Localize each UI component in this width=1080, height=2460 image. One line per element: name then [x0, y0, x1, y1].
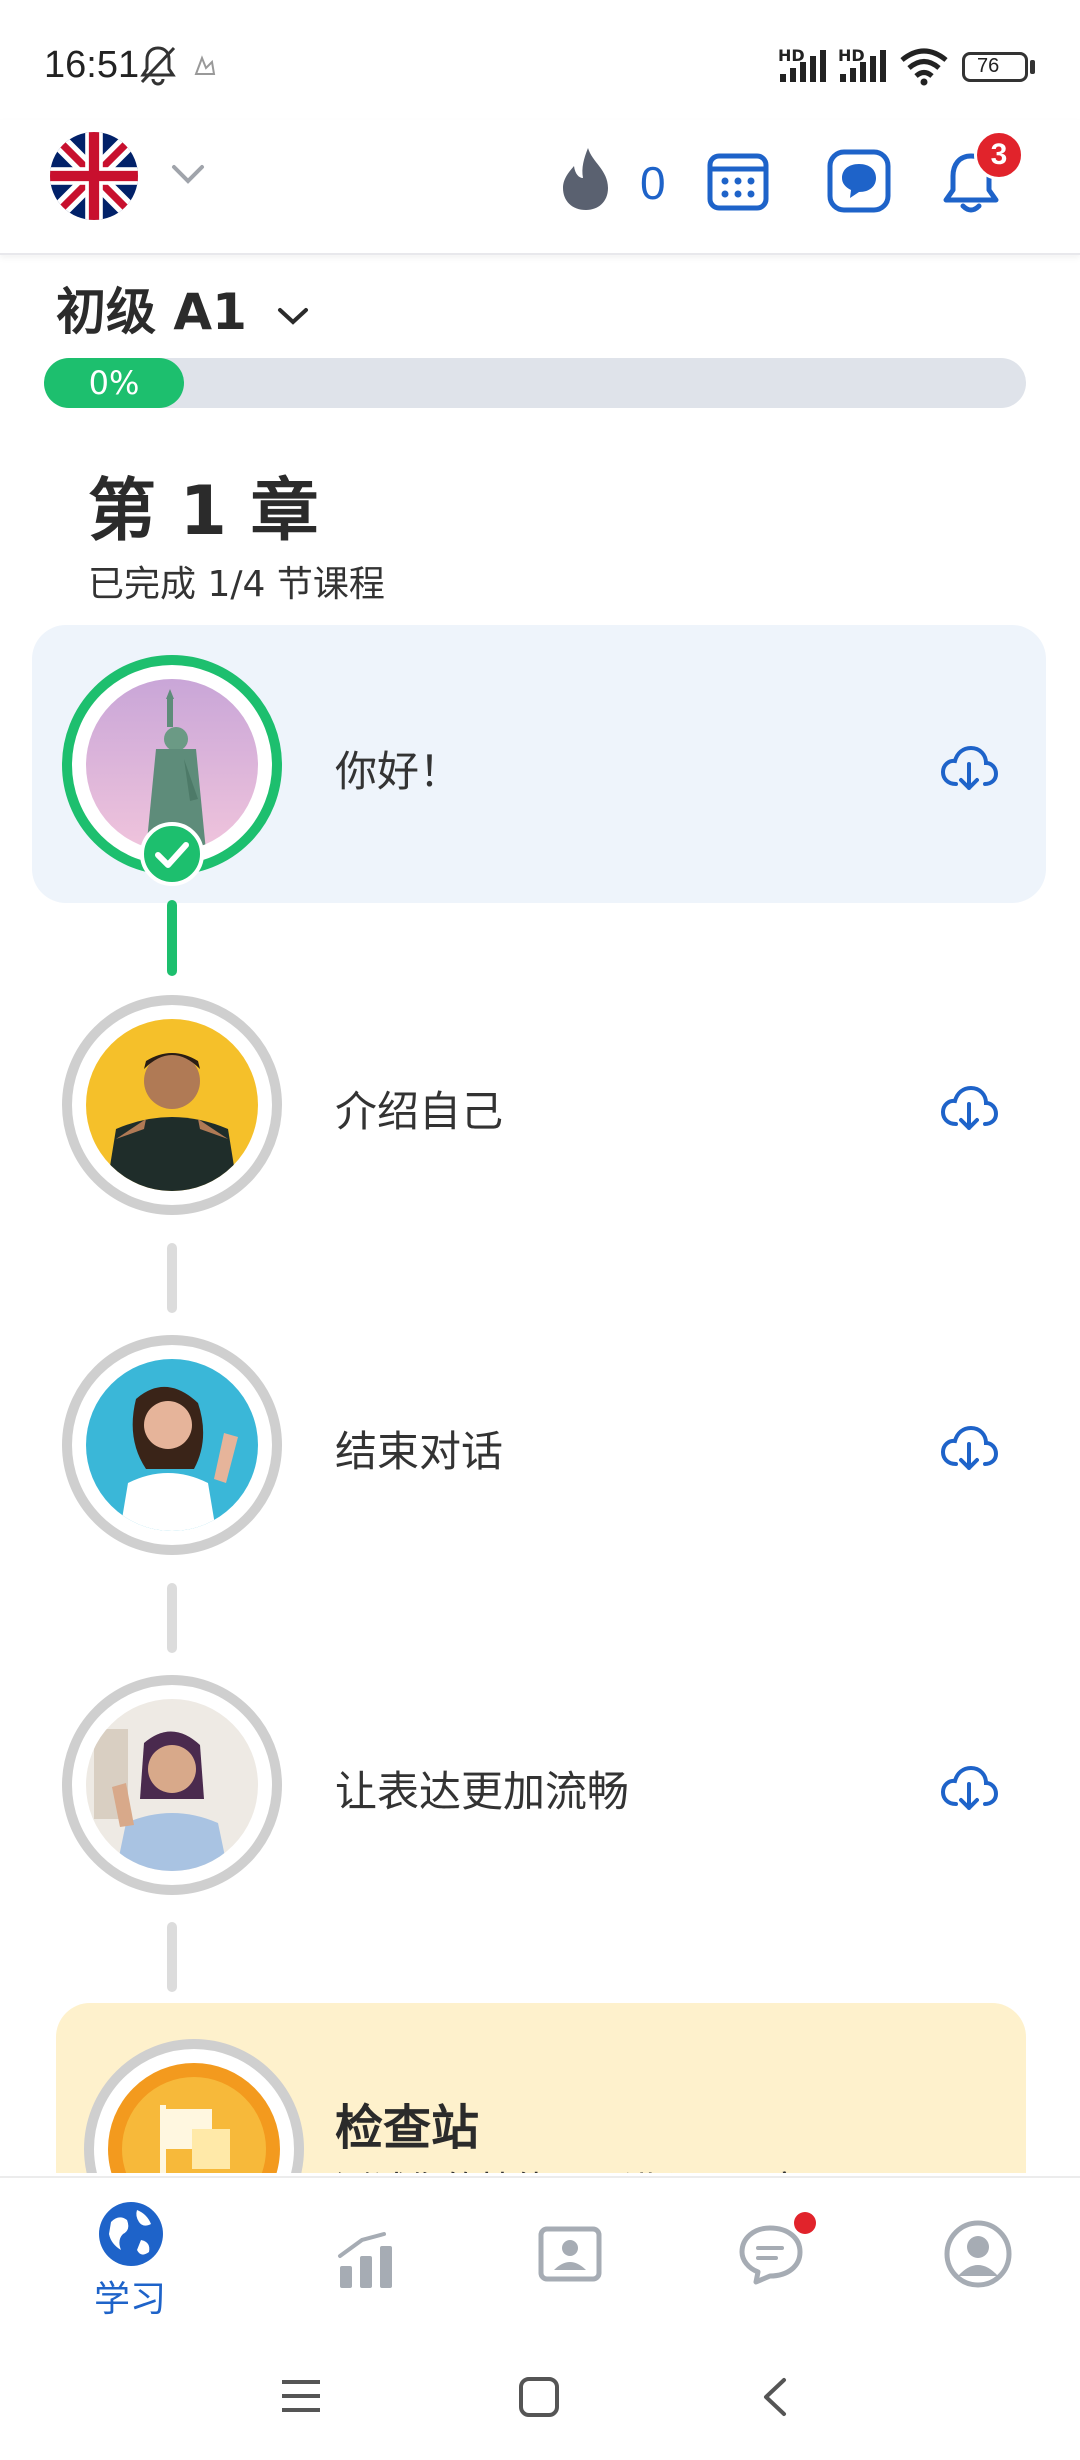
lesson-label-3[interactable]: 结束对话	[335, 1418, 503, 1479]
streak-flame-icon[interactable]	[558, 146, 614, 212]
battery-tip	[1030, 60, 1035, 74]
download-cloud-icon[interactable]	[940, 744, 998, 792]
lesson-avatar-2[interactable]	[62, 995, 282, 1215]
battery-icon: 76	[962, 52, 1028, 82]
woman-waving-office-image	[86, 1699, 258, 1871]
battery-level: 76	[977, 55, 1000, 77]
lesson-avatar-3[interactable]	[62, 1335, 282, 1555]
app-notification-icon	[194, 55, 216, 75]
menu-icon[interactable]	[280, 2378, 322, 2414]
progress-connector	[167, 1922, 177, 1992]
system-navigation-bar	[0, 2326, 1080, 2460]
lesson-label-2[interactable]: 介绍自己	[335, 1078, 503, 1139]
download-cloud-icon[interactable]	[940, 1424, 998, 1472]
progress-connector-done	[167, 900, 177, 976]
download-cloud-icon[interactable]	[940, 1084, 998, 1132]
nav-item-contact[interactable]	[462, 2178, 678, 2328]
man-pointing-image	[86, 1019, 258, 1191]
progress-fill: 0%	[44, 358, 184, 408]
nav-item-learn[interactable]: 学习	[24, 2178, 240, 2328]
status-bar: 16:51 HD HD 76	[0, 0, 1080, 120]
top-header: 0 3	[0, 120, 1080, 255]
course-progress-bar: 0%	[44, 358, 1026, 408]
progress-connector	[167, 1243, 177, 1313]
language-flag-icon[interactable]	[50, 132, 138, 220]
calendar-icon[interactable]	[706, 148, 770, 212]
lesson-label-1[interactable]: 你好！	[335, 738, 461, 799]
wifi-icon	[900, 48, 948, 86]
home-icon[interactable]	[518, 2376, 560, 2418]
language-chevron-down-icon[interactable]	[170, 162, 206, 186]
completed-check-icon	[140, 822, 204, 886]
signal-2-icon	[840, 50, 886, 82]
checkpoint-title: 检查站	[335, 2100, 480, 2156]
chapter-subtitle: 已完成 1/4 节课程	[88, 564, 385, 605]
nav-label-learn: 学习	[94, 2279, 167, 2320]
notification-badge: 3	[974, 130, 1024, 180]
checkpoint-subtitle: 测试你的技能，以进入下一章	[335, 2161, 803, 2173]
nav-item-chat[interactable]	[666, 2178, 882, 2328]
chapter-title: 第 1 章	[88, 472, 319, 551]
download-cloud-icon[interactable]	[940, 1764, 998, 1812]
streak-count: 0	[640, 157, 666, 209]
lesson-avatar-4[interactable]	[62, 1675, 282, 1895]
checkpoint-card[interactable]: 检查站 测试你的技能，以进入下一章	[56, 2003, 1026, 2173]
level-chevron-down-icon	[278, 307, 309, 325]
stats-icon	[338, 2232, 392, 2288]
progress-connector	[167, 1583, 177, 1653]
mute-bell-icon	[140, 46, 176, 86]
status-time: 16:51	[44, 44, 140, 86]
bottom-navigation: 学习	[0, 2176, 1080, 2326]
signal-1-icon	[780, 50, 826, 82]
back-icon[interactable]	[760, 2376, 790, 2418]
checkpoint-badge	[84, 2039, 304, 2173]
lesson-label-4[interactable]: 让表达更加流畅	[335, 1758, 629, 1819]
level-title: 初级 A1	[56, 283, 247, 341]
globe-icon	[99, 2202, 163, 2266]
chat-unread-dot	[794, 2212, 816, 2234]
woman-waving-image	[86, 1359, 258, 1531]
contact-card-icon	[538, 2226, 602, 2282]
messages-icon[interactable]	[826, 148, 892, 214]
profile-icon	[944, 2220, 1012, 2288]
nav-item-profile[interactable]	[870, 2178, 1080, 2328]
checkpoint-flag-icon	[108, 2063, 280, 2173]
nav-item-stats[interactable]	[258, 2178, 474, 2328]
level-selector[interactable]: 初级 A1	[56, 272, 310, 344]
